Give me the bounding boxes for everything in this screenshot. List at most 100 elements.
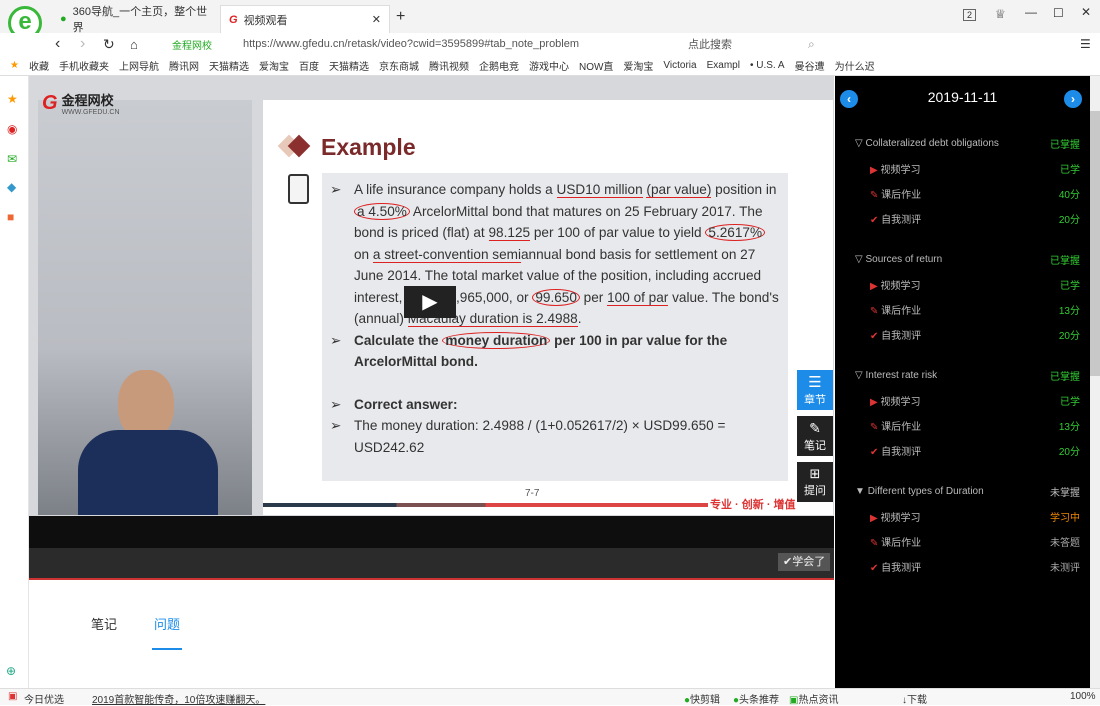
- section-header[interactable]: ▽ Collateralized debt obligations 已掌握: [835, 131, 1090, 156]
- video-icon: ▶: [870, 165, 878, 176]
- course-section: ▼ Different types of Duration 未掌握 ▶ 视频学习 学习…: [835, 479, 1090, 579]
- section-item[interactable]: ▶ 视频学习 已学: [835, 156, 1090, 181]
- notes-button[interactable]: ✎ 笔记: [797, 416, 833, 456]
- section-item[interactable]: ✎ 课后作业 40分: [835, 181, 1090, 206]
- search-icon[interactable]: ⌕: [808, 37, 815, 52]
- slide-title: Example: [321, 134, 416, 160]
- bookmark[interactable]: Victoria: [663, 60, 696, 71]
- logo-sub: WWW.GFEDU.CN: [61, 109, 120, 116]
- section-item[interactable]: ✎ 课后作业 13分: [835, 297, 1090, 322]
- today-picks[interactable]: 今日优选: [24, 691, 64, 706]
- slide-page: 7-7: [525, 488, 540, 499]
- ask-button[interactable]: ⊞ 提问: [797, 462, 833, 502]
- assistant-icon[interactable]: ⊕: [6, 664, 16, 678]
- question-text: Calculate the money duration per 100 in …: [354, 331, 728, 369]
- bookmark[interactable]: 京东商城: [379, 58, 419, 73]
- forward-icon[interactable]: ›: [80, 35, 85, 53]
- answer-text: The money duration: 2.4988 / (1+0.052617…: [354, 418, 726, 455]
- status-bar: ▣ 今日优选 2019首款智能传奇，10倍攻速赚翻天。 ●快剪辑 ●头条推荐 ▣…: [0, 688, 1100, 706]
- video-icon: ▶: [870, 281, 878, 292]
- bookmark[interactable]: 游戏中心: [529, 58, 569, 73]
- bookmark[interactable]: • U.S. A: [750, 60, 785, 71]
- status-item[interactable]: ●头条推荐: [733, 691, 779, 706]
- section-status: 未掌握: [1050, 488, 1080, 499]
- logo-name: 金程网校: [61, 93, 114, 108]
- section-item[interactable]: ▶ 视频学习 学习中: [835, 504, 1090, 529]
- close-window-button[interactable]: ✕: [1081, 5, 1091, 19]
- search-input[interactable]: 点此搜索: [688, 36, 732, 52]
- section-item[interactable]: ✔ 自我测评 未测评: [835, 554, 1090, 579]
- tab-notes[interactable]: 笔记: [91, 614, 117, 633]
- browser-sidebar: ★ ◉ ✉ ◆ ■ ⊕: [0, 76, 29, 688]
- bookmark[interactable]: 爱淘宝: [259, 58, 289, 73]
- maximize-button[interactable]: ☐: [1053, 6, 1064, 20]
- download-item[interactable]: ↓下载: [902, 691, 927, 706]
- section-item[interactable]: ✔ 自我测评 20分: [835, 322, 1090, 347]
- section-header[interactable]: ▽ Interest rate risk 已掌握: [835, 363, 1090, 388]
- bookmark[interactable]: 为什么迟: [835, 58, 875, 73]
- close-tab-icon[interactable]: ✕: [372, 13, 381, 26]
- bookmark[interactable]: 上网导航: [119, 58, 159, 73]
- bookmark[interactable]: 曼谷遭: [795, 58, 825, 73]
- favorites-icon[interactable]: ★: [7, 92, 18, 106]
- video-icon: ▶: [870, 397, 878, 408]
- bookmark[interactable]: Exampl: [707, 60, 740, 71]
- lesson-bar: ✔学会了: [29, 548, 834, 580]
- status-item[interactable]: ▣热点资讯: [789, 691, 838, 706]
- test-icon: ✔: [870, 331, 879, 342]
- status-item[interactable]: ●快剪辑: [684, 691, 720, 706]
- bookmark[interactable]: 百度: [299, 58, 319, 73]
- url-input[interactable]: https://www.gfedu.cn/retask/video?cwid=3…: [243, 38, 579, 50]
- bookmark[interactable]: 企鹅电竞: [479, 58, 519, 73]
- section-status: 已掌握: [1050, 372, 1080, 383]
- bookmark[interactable]: 腾讯网: [169, 58, 199, 73]
- section-item[interactable]: ▶ 视频学习 已学: [835, 388, 1090, 413]
- section-item[interactable]: ✔ 自我测评 20分: [835, 438, 1090, 463]
- mail-icon[interactable]: ✉: [7, 152, 17, 166]
- bookmark[interactable]: NOW直: [579, 58, 613, 73]
- tab-video[interactable]: G 视频观看 ✕: [220, 5, 390, 33]
- bookmark[interactable]: 天猫精选: [329, 58, 369, 73]
- bookmark[interactable]: 天猫精选: [209, 58, 249, 73]
- new-tab-button[interactable]: +: [396, 8, 405, 26]
- check-icon: ✔: [783, 556, 793, 568]
- section-item[interactable]: ▶ 视频学习 已学: [835, 272, 1090, 297]
- home-icon[interactable]: ⌂: [130, 37, 138, 52]
- section-header[interactable]: ▽ Sources of return 已掌握: [835, 247, 1090, 272]
- tab-questions[interactable]: 问题: [152, 614, 182, 650]
- bookmark[interactable]: 爱淘宝: [623, 58, 653, 73]
- section-status: 已掌握: [1050, 140, 1080, 151]
- zoom-level[interactable]: 100%: [1070, 691, 1096, 702]
- slide-content: ➢ A life insurance company holds a USD10 …: [322, 173, 788, 481]
- tab-label: 360导航_一个主页，整个世界: [72, 6, 208, 34]
- minimize-button[interactable]: —: [1025, 5, 1037, 19]
- app-icon[interactable]: ■: [7, 210, 14, 224]
- tab-label: 视频观看: [243, 14, 288, 27]
- address-bar: ‹ › ↻ ⌂ 金程网校 https://www.gfedu.cn/retask…: [0, 33, 1100, 55]
- bookmark[interactable]: 收藏: [29, 58, 49, 73]
- next-date-button[interactable]: ›: [1064, 90, 1082, 108]
- tab-count[interactable]: 2: [963, 9, 977, 21]
- section-item[interactable]: ✎ 课后作业 13分: [835, 413, 1090, 438]
- back-icon[interactable]: ‹: [55, 35, 60, 53]
- bookmark[interactable]: 手机收藏夹: [59, 58, 109, 73]
- course-section: ▽ Sources of return 已掌握 ▶ 视频学习 已学 ✎ 课后作业 13分 ✔…: [835, 247, 1090, 347]
- tab-360[interactable]: ● 360导航_一个主页，整个世界: [52, 5, 220, 34]
- shirt-icon[interactable]: ♕: [995, 7, 1006, 21]
- section-item[interactable]: ✔ 自我测评 20分: [835, 206, 1090, 231]
- course-panel: ‹ 2019-11-11 › ▽ Collateralized debt obl…: [835, 76, 1090, 688]
- chapter-button[interactable]: ☰ 章节: [797, 370, 833, 410]
- learned-button[interactable]: ✔学会了: [778, 553, 831, 571]
- reload-icon[interactable]: ↻: [103, 36, 115, 53]
- weibo-icon[interactable]: ◉: [7, 122, 17, 136]
- news-link[interactable]: 2019首款智能传奇，10倍攻速赚翻天。: [92, 691, 265, 706]
- site-label: 金程网校: [172, 40, 212, 52]
- calculator-icon: [288, 174, 309, 204]
- menu-icon[interactable]: ☰: [1080, 37, 1091, 51]
- bookmark[interactable]: 腾讯视频: [429, 58, 469, 73]
- section-header[interactable]: ▼ Different types of Duration 未掌握: [835, 479, 1090, 504]
- game-icon[interactable]: ◆: [7, 180, 16, 194]
- scrollbar[interactable]: [1090, 76, 1100, 688]
- section-item[interactable]: ✎ 课后作业 未答题: [835, 529, 1090, 554]
- play-button[interactable]: ▶: [404, 286, 456, 318]
